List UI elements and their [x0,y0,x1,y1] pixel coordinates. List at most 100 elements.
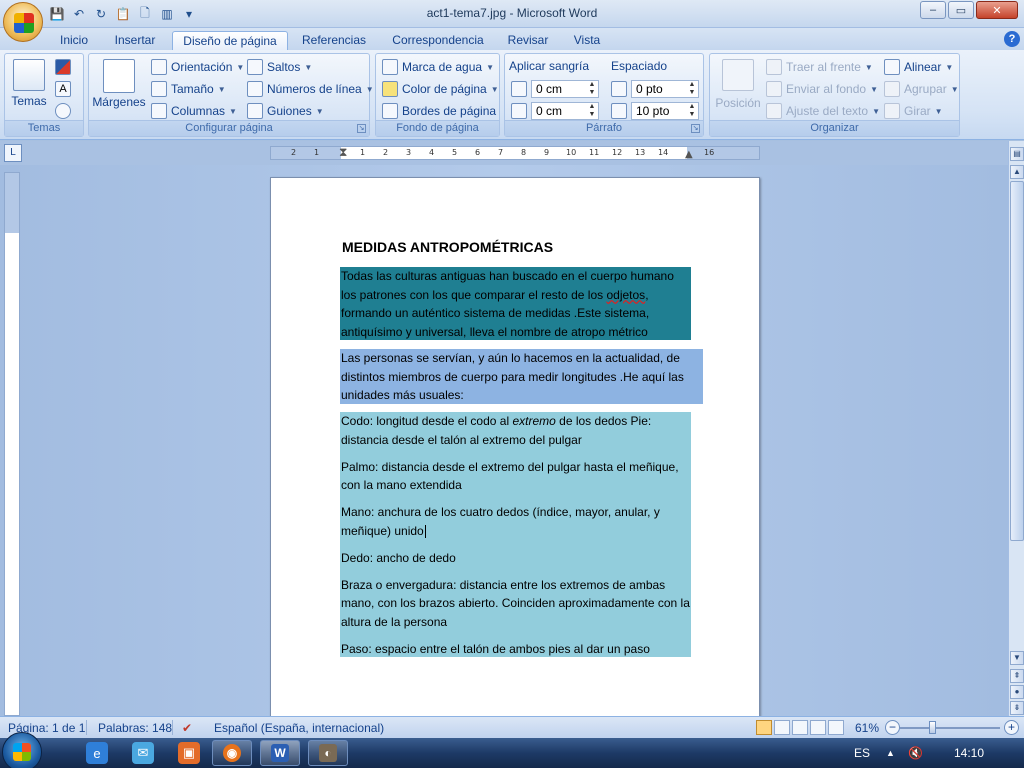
folder-icon[interactable]: ▣ [178,742,200,764]
list-item-text: Codo: longitud desde el codo al [341,414,513,428]
guiones-button[interactable]: Guiones ▼ [247,103,324,119]
tab-selector-button[interactable]: L [4,144,22,162]
chevron-down-icon: ▼ [486,62,494,72]
ruler-toggle-icon[interactable]: ▤ [1010,147,1024,161]
theme-fonts-icon[interactable]: A [55,81,71,97]
tab-referencias[interactable]: Referencias [297,31,371,50]
ruler-tick: 16 [704,148,715,157]
indent-right-field[interactable]: 0 cm ▲ ▼ [531,102,599,120]
office-button[interactable] [3,2,43,42]
agrupar-button[interactable]: Agrupar ▼ [884,81,959,97]
spacing-after-field[interactable]: 10 pto ▲ ▼ [631,102,699,120]
saltos-button[interactable]: Saltos ▼ [247,59,312,75]
full-screen-reading-view-icon[interactable] [774,720,790,735]
paragraph-list[interactable]: Codo: longitud desde el codo al extremo … [340,412,691,657]
draft-view-icon[interactable] [828,720,844,735]
language-indicator[interactable]: ES [854,746,870,760]
zoom-slider-thumb[interactable] [929,721,936,734]
traer-frente-button[interactable]: Traer al frente ▼ [766,59,873,75]
marca-agua-button[interactable]: Marca de agua ▼ [382,59,494,75]
vertical-ruler[interactable] [4,172,20,716]
girar-button[interactable]: Girar ▼ [884,103,943,119]
spinner-arrows-icon[interactable]: ▲ ▼ [586,103,598,119]
print-layout-view-icon[interactable] [756,720,772,735]
tab-inicio[interactable]: Inicio [52,31,96,50]
document-page[interactable]: MEDIDAS ANTROPOMÉTRICAS Todas las cultur… [270,177,760,716]
columnas-button[interactable]: Columnas ▼ [151,103,237,119]
posicion-button[interactable]: Posición [710,96,766,110]
paragraph-units[interactable]: Las personas se servían, y aún lo hacemo… [340,349,703,404]
numeros-linea-button[interactable]: Números de línea ▼ [247,81,374,97]
volume-muted-icon[interactable]: 🔇 [908,746,923,760]
zoom-slider[interactable] [900,727,1000,729]
help-icon[interactable]: ? [1004,31,1020,47]
messenger-icon[interactable]: ✉ [132,742,154,764]
temas-button[interactable]: Temas [5,94,53,108]
zoom-level[interactable]: 61% [855,721,879,735]
maximize-button[interactable]: ▭ [948,1,974,19]
spacing-before-field[interactable]: 0 pto ▲ ▼ [631,80,699,98]
close-button[interactable]: ✕ [976,1,1018,19]
alinear-button[interactable]: Alinear ▼ [884,59,953,75]
group-label-temas: Temas [5,120,83,136]
tab-correspondencia[interactable]: Correspondencia [385,31,491,50]
show-hidden-icons-icon[interactable]: ▲ [886,748,895,758]
minimize-button[interactable]: – [920,1,946,19]
ajuste-texto-button[interactable]: Ajuste del texto ▼ [766,103,880,119]
page-borders-icon [382,103,398,119]
right-indent-marker-icon[interactable]: ▲ [685,149,693,159]
zoom-in-button[interactable]: + [1004,720,1019,735]
vertical-scrollbar[interactable]: ▤ ▲ ▼ ⇞ ● ⇟ [1008,141,1024,716]
zoom-out-button[interactable]: − [885,720,900,735]
theme-effects-icon[interactable] [55,103,71,119]
browse-object-icon[interactable]: ● [1010,685,1024,699]
web-layout-view-icon[interactable] [792,720,808,735]
misspelled-word[interactable]: odjetos [606,288,645,302]
start-button[interactable] [2,732,42,768]
taskbar-gimp[interactable]: ◐ [308,740,348,766]
tab-diseno-pagina[interactable]: Diseño de página [172,31,288,50]
scroll-down-icon[interactable]: ▼ [1010,651,1024,665]
chevron-down-icon: ▼ [945,62,954,72]
margenes-button[interactable]: Márgenes [89,95,149,109]
ie-icon[interactable]: e [86,742,108,764]
scroll-up-icon[interactable]: ▲ [1010,165,1024,179]
indent-left-field[interactable]: 0 cm ▲ ▼ [531,80,599,98]
horizontal-ruler[interactable]: 2 1 ⧗ 1 2 3 4 5 6 7 8 9 10 11 12 13 14 ▲… [270,146,760,160]
tab-vista[interactable]: Vista [566,31,608,50]
dialog-launcher-icon[interactable]: ↘ [691,124,700,133]
position-icon[interactable] [722,59,754,91]
previous-page-icon[interactable]: ⇞ [1010,669,1024,683]
list-item: Codo: longitud desde el codo al extremo … [341,412,691,449]
tab-insertar[interactable]: Insertar [107,31,163,50]
enviar-fondo-button[interactable]: Enviar al fondo ▼ [766,81,878,97]
spinner-arrows-icon[interactable]: ▲ ▼ [686,103,698,119]
margins-icon[interactable] [103,59,135,93]
color-pagina-button[interactable]: Color de página ▼ [382,81,499,97]
ruler-tick: 13 [635,148,646,157]
chevron-down-icon: ▼ [934,106,943,116]
themes-icon[interactable] [13,59,45,91]
indent-marker-icon[interactable]: ⧗ [339,147,347,159]
bordes-pagina-button[interactable]: Bordes de página [382,103,496,119]
clock[interactable]: 14:10 [954,746,984,760]
scroll-thumb[interactable] [1010,181,1024,541]
outline-view-icon[interactable] [810,720,826,735]
proofing-icon[interactable]: ✔ [182,721,192,735]
spinner-arrows-icon[interactable]: ▲ ▼ [586,81,598,97]
tamano-button[interactable]: Tamaño ▼ [151,81,226,97]
paragraph-intro[interactable]: Todas las culturas antiguas han buscado … [340,267,691,340]
taskbar-word[interactable]: W [260,740,300,766]
next-page-icon[interactable]: ⇟ [1010,701,1024,715]
dialog-launcher-icon[interactable]: ↘ [357,124,366,133]
orientacion-button[interactable]: Orientación ▼ [151,59,244,75]
gimp-icon: ◐ [319,744,337,762]
theme-colors-icon[interactable] [55,59,71,75]
group-label-configurar: Configurar página [89,120,369,136]
spinner-arrows-icon[interactable]: ▲ ▼ [686,81,698,97]
language-status[interactable]: Español (España, internacional) [214,721,384,735]
list-item-text: Braza o envergadura: distancia entre los… [341,577,690,629]
word-count[interactable]: Palabras: 148 [98,721,172,735]
taskbar-firefox[interactable]: ◉ [212,740,252,766]
tab-revisar[interactable]: Revisar [502,31,554,50]
